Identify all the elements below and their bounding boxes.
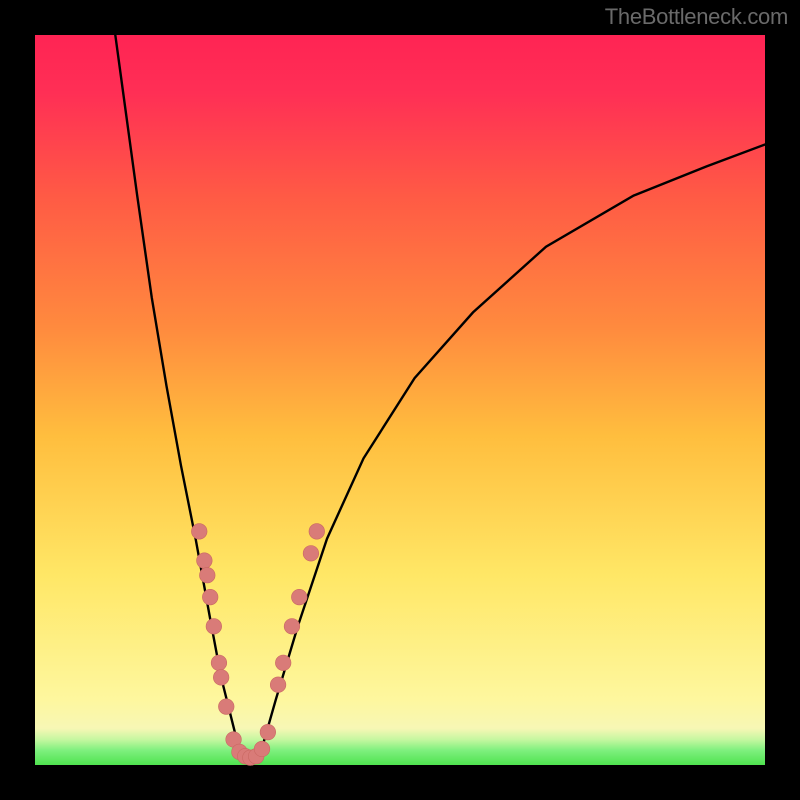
data-marker <box>309 524 325 540</box>
data-marker <box>213 670 229 686</box>
data-marker <box>199 567 215 583</box>
bottleneck-curve <box>115 35 765 759</box>
data-marker <box>211 655 227 671</box>
data-marker <box>275 655 291 671</box>
data-marker <box>303 546 319 562</box>
chart-frame: TheBottleneck.com <box>0 0 800 800</box>
plot-area <box>35 35 765 765</box>
data-marker <box>270 677 286 693</box>
data-marker <box>218 699 234 715</box>
data-marker <box>254 741 270 757</box>
watermark-text: TheBottleneck.com <box>605 4 788 30</box>
data-marker <box>291 589 307 605</box>
data-marker <box>197 553 213 569</box>
data-marker <box>191 524 207 540</box>
data-marker <box>206 619 222 635</box>
data-marker <box>260 724 276 740</box>
data-marker <box>284 619 300 635</box>
plot-svg <box>35 35 765 765</box>
data-marker <box>202 589 218 605</box>
